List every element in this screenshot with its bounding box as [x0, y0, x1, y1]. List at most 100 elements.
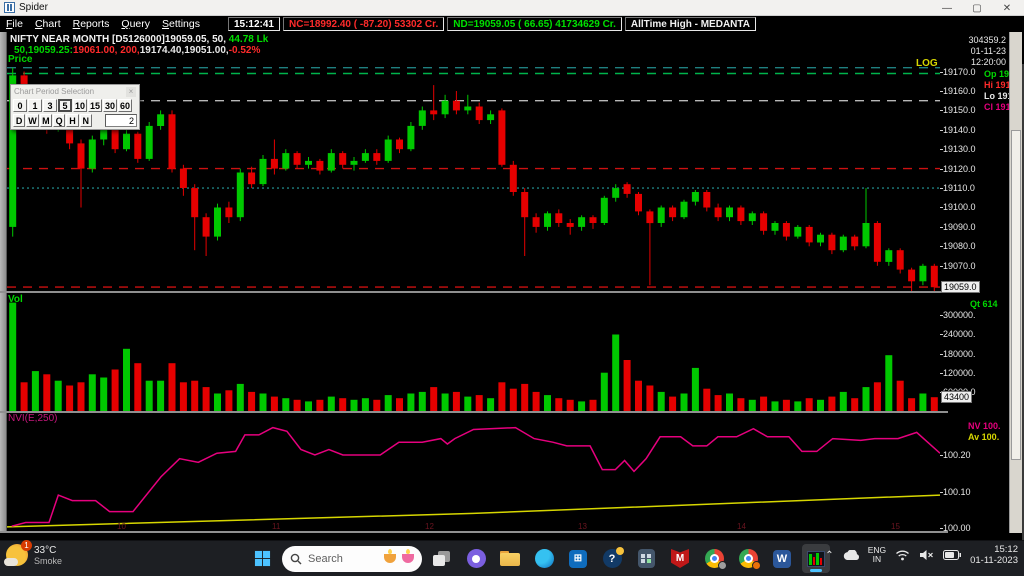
nvi-indicator-chart[interactable]: 101112131415 [7, 413, 940, 531]
tray-chevron-icon[interactable]: ⌃ [825, 550, 833, 561]
chrome-profile2-icon[interactable] [734, 544, 762, 573]
taskbar-clock[interactable]: 15:1201-11-2023 [970, 544, 1018, 566]
mcafee-icon[interactable]: M [666, 544, 694, 573]
quote-segment: 19174.40,19051.00, [140, 45, 229, 56]
svg-text:11: 11 [272, 522, 281, 531]
volume-muted-icon[interactable] [919, 549, 934, 561]
close-button[interactable]: ✕ [992, 0, 1022, 16]
microsoft-store-icon[interactable]: ⊞ [564, 544, 592, 573]
menu-item-file[interactable]: File [0, 18, 29, 30]
vertical-scrollbar-thumb[interactable] [1011, 130, 1021, 460]
menu-item-reports[interactable]: Reports [67, 18, 116, 30]
nvi-legend-av: Av 100. [968, 432, 999, 442]
word-glyph-icon: W [773, 550, 791, 568]
price-axis-tick: 19090.0 [943, 222, 976, 232]
period-button-Q[interactable]: Q [53, 114, 65, 127]
quick-assist-glyph-icon: ? [603, 549, 622, 568]
nvi-panel-label: NVI(E,250) [8, 413, 57, 424]
period-button-1[interactable]: 1 [28, 99, 42, 112]
nvi-axis-tick: 100.10 [943, 487, 971, 497]
period-value-input[interactable] [105, 114, 137, 127]
search-input[interactable]: Search [282, 546, 422, 572]
windows-logo-icon [254, 550, 271, 567]
minimize-button[interactable]: — [932, 0, 962, 16]
volume-axis-tick: 180000. [943, 349, 976, 359]
file-explorer-glyph-icon [500, 551, 520, 566]
period-button-W[interactable]: W [26, 114, 38, 127]
word-icon[interactable]: W [768, 544, 796, 573]
period-button-3[interactable]: 3 [43, 99, 57, 112]
volume-chart[interactable] [7, 293, 940, 411]
quick-assist-icon[interactable]: ? [598, 544, 626, 573]
dialog-close-icon[interactable]: × [126, 87, 136, 97]
spider-app-glyph-icon [807, 551, 825, 567]
period-button-30[interactable]: 30 [103, 99, 117, 112]
price-panel-label: Price [8, 54, 32, 65]
quote-info-line: 01-11-23 [971, 46, 1006, 56]
chrome-profile2-glyph-icon [739, 549, 758, 568]
menu-bar: FileChartReportsQuerySettings 15:12:41 N… [0, 16, 1024, 32]
period-button-D[interactable]: D [13, 114, 25, 127]
menu-item-settings[interactable]: Settings [156, 18, 206, 30]
calculator-icon[interactable] [632, 544, 660, 573]
period-button-N[interactable]: N [80, 114, 92, 127]
weather-sun-icon: 1 [6, 544, 28, 566]
period-button-M[interactable]: M [40, 114, 52, 127]
task-view-button[interactable] [428, 544, 456, 573]
terminal-clock: 15:12:41 [228, 17, 280, 31]
quote-segment: -0.52% [229, 45, 261, 56]
chat-app-icon[interactable] [462, 544, 490, 573]
volume-axis-tick: 240000. [943, 329, 976, 339]
price-axis-tick: 19130.0 [943, 144, 976, 154]
diya-decoration-icon [384, 554, 396, 563]
maximize-button[interactable]: ▢ [962, 0, 992, 16]
battery-icon[interactable] [943, 550, 961, 560]
window-title: Spider [19, 2, 48, 13]
left-scroll-strip[interactable] [0, 32, 7, 533]
volume-current-label: 43400 [941, 391, 972, 403]
wifi-icon[interactable] [895, 549, 910, 561]
period-button-10[interactable]: 10 [73, 99, 87, 112]
volume-axis-tick: 120000. [943, 368, 976, 378]
file-explorer-icon[interactable] [496, 544, 524, 573]
price-chart[interactable] [7, 56, 940, 291]
app-icon [4, 2, 15, 13]
calculator-glyph-icon [638, 549, 655, 568]
panel-divider [0, 531, 948, 533]
quote-info-line: 12:20:00 [971, 57, 1006, 67]
period-button-5[interactable]: 5 [58, 99, 72, 112]
volume-panel-label: Vol [8, 294, 23, 305]
mcafee-glyph-icon: M [671, 549, 689, 568]
price-axis-tick: 19110.0 [943, 183, 975, 193]
notification-badge: 1 [21, 540, 32, 551]
search-icon [290, 553, 302, 565]
period-button-15[interactable]: 15 [88, 99, 102, 112]
onedrive-cloud-icon[interactable] [843, 550, 859, 561]
period-button-60[interactable]: 60 [118, 99, 132, 112]
windows-taskbar: 1 33°C Smoke Search [0, 540, 1024, 576]
weather-widget[interactable]: 1 33°C Smoke [6, 544, 62, 566]
log-scale-label: LOG [916, 58, 938, 69]
price-axis-tick: 19080.0 [943, 241, 976, 251]
chat-app-glyph-icon [467, 549, 486, 568]
nse-derivative-ticker: ND=19059.05 ( 66.65) 41734629 Cr. [447, 17, 622, 31]
title-bar: Spider — ▢ ✕ [0, 0, 1024, 16]
chrome-profile1-icon[interactable] [700, 544, 728, 573]
svg-text:12: 12 [425, 522, 434, 531]
vertical-scrollbar[interactable] [1009, 32, 1022, 533]
price-axis-tick: 19150.0 [943, 105, 976, 115]
period-button-H[interactable]: H [66, 114, 78, 127]
spider-application-window: Spider — ▢ ✕ FileChartReportsQuerySettin… [0, 0, 1024, 576]
price-axis-tick: 19120.0 [943, 164, 976, 174]
language-indicator[interactable]: ENGIN [868, 546, 886, 564]
quote-segment: 200, [117, 45, 139, 56]
start-button[interactable] [248, 544, 276, 573]
price-axis-tick: 19170.0 [943, 67, 976, 77]
edge-browser-icon[interactable] [530, 544, 558, 573]
price-axis-column: 304359.201-11-2312:20:00Op 19130.Hi 1914… [940, 32, 1008, 533]
period-button-0[interactable]: 0 [13, 99, 27, 112]
instrument-title: NIFTY NEAR MONTH [D5126000]19059.05, 50, [10, 34, 226, 45]
menu-item-chart[interactable]: Chart [29, 18, 67, 30]
menu-item-query[interactable]: Query [115, 18, 156, 30]
nvi-legend-nv: NV 100. [968, 421, 1001, 431]
